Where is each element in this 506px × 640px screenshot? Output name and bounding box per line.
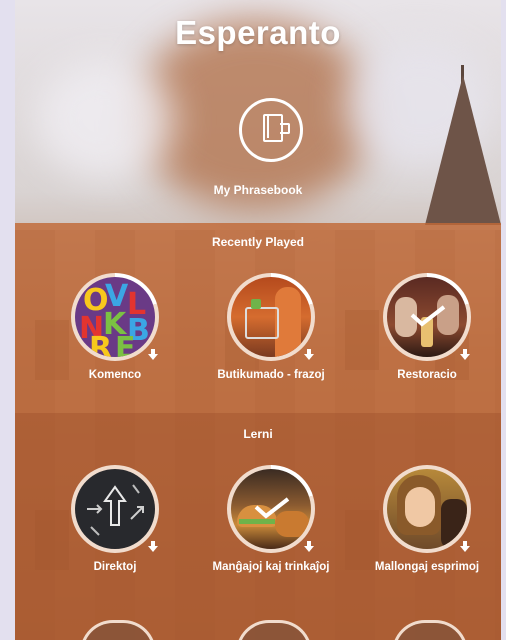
progress-ring	[383, 273, 471, 361]
progress-ring: O V L N K B R E	[71, 273, 159, 361]
lesson-label: Butikumado - frazoj	[217, 369, 325, 381]
download-icon[interactable]	[460, 541, 470, 553]
completed-check-icon	[409, 305, 447, 327]
lesson-image	[75, 469, 155, 549]
progress-ring	[71, 465, 159, 553]
download-icon[interactable]	[148, 349, 158, 361]
recently-played-title: Recently Played	[211, 235, 305, 249]
window-frame-left	[0, 0, 15, 640]
lesson-image	[231, 277, 311, 357]
phrasebook-label[interactable]: My Phrasebook	[15, 183, 501, 197]
phrasebook-icon[interactable]	[239, 98, 303, 162]
lesson-label: Manĝajoj kaj trinkaĵoj	[212, 561, 330, 573]
completed-check-icon	[253, 497, 291, 519]
lesson-image: O V L N K B R E	[75, 277, 155, 357]
app-window: Esperanto My Phrasebook Recently Played …	[0, 0, 506, 640]
download-icon[interactable]	[304, 349, 314, 361]
download-icon[interactable]	[460, 349, 470, 361]
lesson-label: Restoracio	[397, 369, 457, 381]
lesson-image	[387, 469, 467, 549]
lesson-label: Mallongaj esprimoj	[374, 561, 480, 573]
progress-ring	[227, 273, 315, 361]
learn-title: Lerni	[243, 427, 273, 441]
lesson-image	[387, 277, 467, 357]
lesson-image	[231, 469, 311, 549]
progress-ring	[383, 465, 471, 553]
lesson-label: Komenco	[88, 369, 142, 381]
progress-ring	[227, 465, 315, 553]
page-title: Esperanto	[175, 14, 341, 51]
download-icon[interactable]	[304, 541, 314, 553]
recently-played-section: Recently Played O V L N K B R E Komenco	[15, 223, 501, 413]
window-frame-right	[501, 0, 506, 640]
learn-section: Lerni Direktoj Manĝajoj kaj trinkaĵoj Ma…	[15, 413, 501, 640]
screen: Esperanto My Phrasebook Recently Played …	[15, 0, 501, 640]
download-icon[interactable]	[148, 541, 158, 553]
lesson-label: Direktoj	[93, 561, 137, 573]
